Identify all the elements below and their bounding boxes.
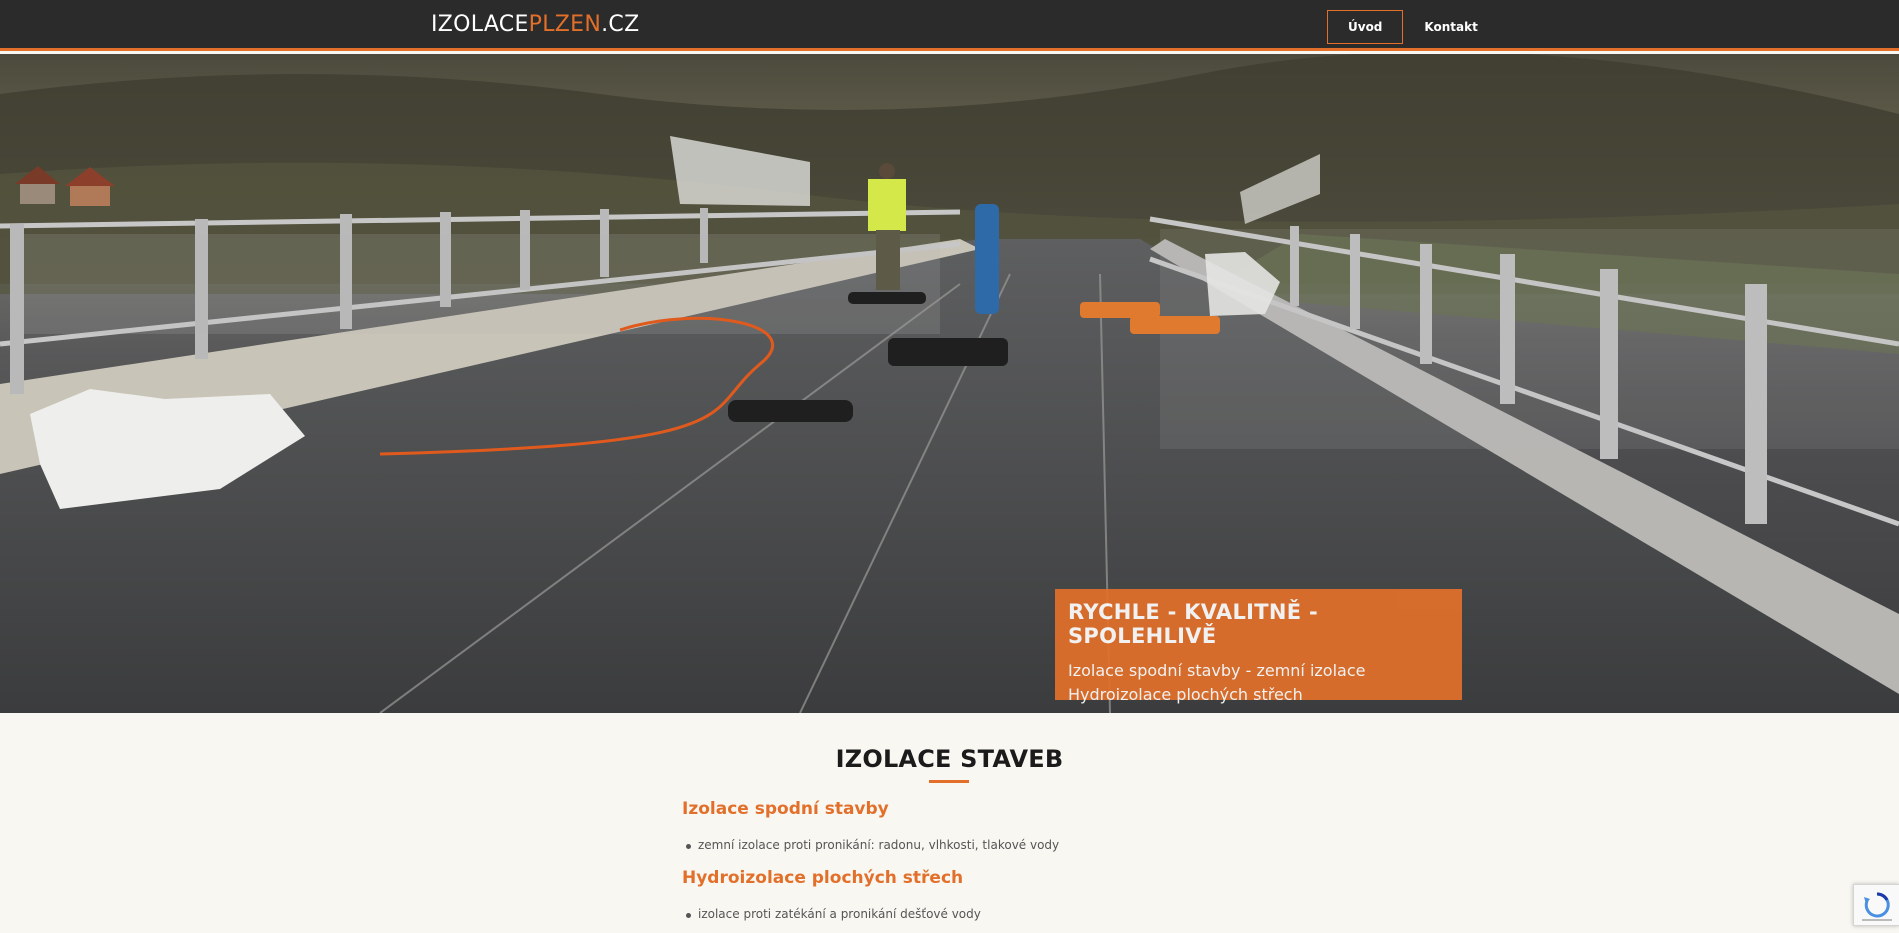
page-title: IZOLACE STAVEB <box>835 745 1064 773</box>
nav-item-kontakt[interactable]: Kontakt <box>1403 10 1498 44</box>
title-divider <box>929 780 969 783</box>
nav-item-uvod[interactable]: Úvod <box>1327 10 1404 44</box>
logo-text-plzen: PLZEN <box>528 12 602 37</box>
main-content: IZOLACE STAVEB Izolace spodní stavby zem… <box>0 713 1899 933</box>
section-heading-spodni-stavby: Izolace spodní stavby <box>682 799 889 819</box>
hero-headline: RYCHLE - KVALITNĚ - SPOLEHLIVĚ <box>1068 600 1319 648</box>
site-logo[interactable]: IZOLACEPLZEN.CZ <box>431 12 639 37</box>
logo-text-cz: .CZ <box>601 12 640 37</box>
hero-line-2: Hydroizolace plochých střech <box>1068 685 1303 704</box>
bridge-photo <box>0 54 1899 713</box>
hero-banner: RYCHLE - KVALITNĚ - SPOLEHLIVĚ Izolace s… <box>1055 589 1462 704</box>
section-heading-ploche-strechy: Hydroizolace plochých střech <box>682 868 964 888</box>
site-header: IZOLACEPLZEN.CZ Úvod Kontakt <box>0 0 1899 51</box>
recaptcha-icon <box>1862 892 1892 921</box>
list-item: zemní izolace proti pronikání: radonu, v… <box>685 838 1060 852</box>
main-nav: Úvod Kontakt <box>1327 10 1499 44</box>
logo-text-izolace: IZOLACE <box>431 12 529 37</box>
hero-line-1: Izolace spodní stavby - zemní izolace <box>1068 661 1366 680</box>
list-item: izolace proti zatékání a pronikání dešťo… <box>686 907 981 921</box>
recaptcha-badge[interactable] <box>1853 884 1899 926</box>
hero-image: RYCHLE - KVALITNĚ - SPOLEHLIVĚ Izolace s… <box>0 54 1899 713</box>
